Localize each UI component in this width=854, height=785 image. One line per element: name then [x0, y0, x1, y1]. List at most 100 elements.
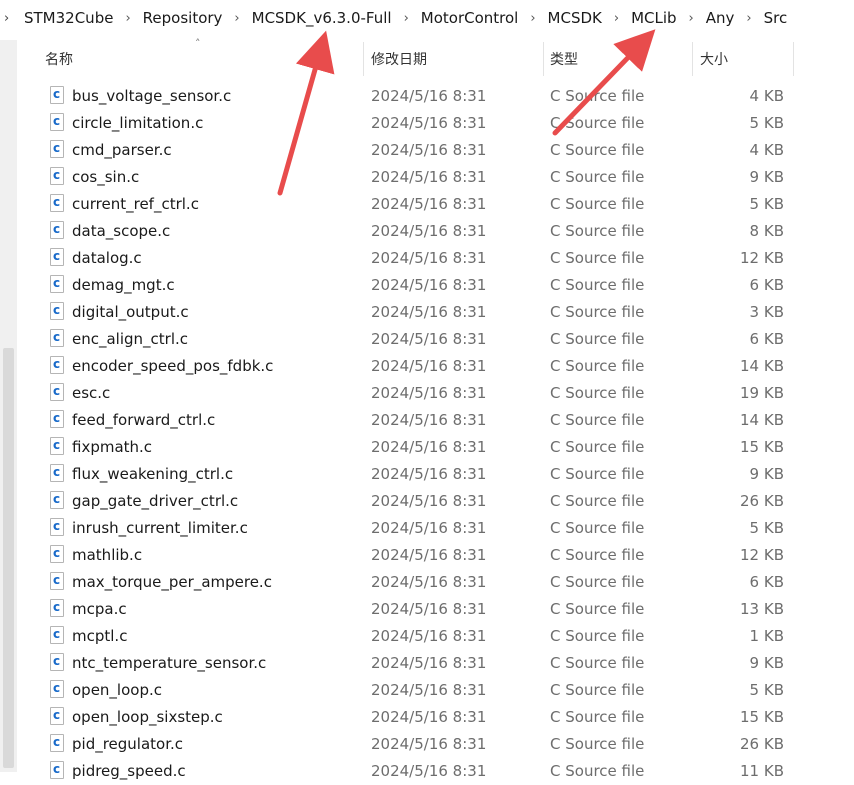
file-name: bus_voltage_sensor.c: [72, 87, 232, 105]
c-source-file-icon: [50, 734, 64, 752]
file-date: 2024/5/16 8:31: [371, 492, 487, 510]
column-header-type[interactable]: 类型: [550, 40, 691, 78]
c-source-file-icon: [50, 653, 64, 671]
file-size: 13 KB: [740, 600, 784, 618]
file-size: 12 KB: [740, 546, 784, 564]
column-divider[interactable]: [363, 42, 364, 76]
chevron-right-icon[interactable]: ›: [524, 11, 541, 26]
c-source-file-icon: [50, 167, 64, 185]
chevron-right-icon[interactable]: ›: [398, 11, 415, 26]
breadcrumb-item[interactable]: Src: [758, 9, 794, 27]
breadcrumb-item[interactable]: MotorControl: [415, 9, 525, 27]
file-date: 2024/5/16 8:31: [371, 627, 487, 645]
chevron-right-icon[interactable]: ›: [740, 11, 757, 26]
c-source-file-icon: [50, 707, 64, 725]
file-row[interactable]: inrush_current_limiter.c 2024/5/16 8:31 C …: [17, 515, 854, 542]
file-type: C Source file: [550, 465, 645, 483]
file-row[interactable]: mathlib.c 2024/5/16 8:31 C Source file 12 K…: [17, 542, 854, 569]
file-date: 2024/5/16 8:31: [371, 168, 487, 186]
file-size: 15 KB: [740, 708, 784, 726]
file-row[interactable]: datalog.c 2024/5/16 8:31 C Source file 12 K…: [17, 245, 854, 272]
file-date: 2024/5/16 8:31: [371, 465, 487, 483]
vertical-scrollbar[interactable]: [0, 40, 17, 772]
chevron-right-icon[interactable]: ›: [119, 11, 136, 26]
c-source-file-icon: [50, 275, 64, 293]
column-header: ˄ 名称 修改日期 类型 大小: [17, 37, 854, 78]
file-name: feed_forward_ctrl.c: [72, 411, 216, 429]
c-source-file-icon: [50, 356, 64, 374]
file-name: circle_limitation.c: [72, 114, 204, 132]
file-date: 2024/5/16 8:31: [371, 600, 487, 618]
breadcrumb-item[interactable]: Any: [700, 9, 741, 27]
file-row[interactable]: circle_limitation.c 2024/5/16 8:31 C Sourc…: [17, 110, 854, 137]
breadcrumb-item[interactable]: STM32Cube: [18, 9, 119, 27]
chevron-right-icon[interactable]: ›: [0, 11, 18, 26]
column-header-date[interactable]: 修改日期: [371, 40, 543, 78]
file-size: 14 KB: [740, 411, 784, 429]
column-divider[interactable]: [793, 42, 794, 76]
file-date: 2024/5/16 8:31: [371, 438, 487, 456]
file-size: 6 KB: [749, 276, 784, 294]
file-date: 2024/5/16 8:31: [371, 87, 487, 105]
breadcrumb-item[interactable]: MCLib: [625, 9, 682, 27]
c-source-file-icon: [50, 383, 64, 401]
breadcrumb-item[interactable]: Repository: [137, 9, 229, 27]
column-divider[interactable]: [692, 42, 693, 76]
file-row[interactable]: encoder_speed_pos_fdbk.c 2024/5/16 8:31 C …: [17, 353, 854, 380]
c-source-file-icon: [50, 194, 64, 212]
chevron-right-icon[interactable]: ›: [683, 11, 700, 26]
file-type: C Source file: [550, 411, 645, 429]
file-row[interactable]: current_ref_ctrl.c 2024/5/16 8:31 C Source…: [17, 191, 854, 218]
file-size: 26 KB: [740, 735, 784, 753]
file-row[interactable]: gap_gate_driver_ctrl.c 2024/5/16 8:31 C So…: [17, 488, 854, 515]
chevron-right-icon[interactable]: ›: [608, 11, 625, 26]
file-type: C Source file: [550, 438, 645, 456]
file-date: 2024/5/16 8:31: [371, 411, 487, 429]
file-name: current_ref_ctrl.c: [72, 195, 199, 213]
file-size: 9 KB: [749, 465, 784, 483]
file-name: encoder_speed_pos_fdbk.c: [72, 357, 274, 375]
file-row[interactable]: mcpa.c 2024/5/16 8:31 C Source file 13 KB: [17, 596, 854, 623]
file-type: C Source file: [550, 168, 645, 186]
column-divider[interactable]: [543, 42, 544, 76]
file-row[interactable]: cos_sin.c 2024/5/16 8:31 C Source file 9 KB: [17, 164, 854, 191]
breadcrumb-item[interactable]: MCSDK_v6.3.0-Full: [246, 9, 398, 27]
file-name: open_loop_sixstep.c: [72, 708, 223, 726]
column-header-size[interactable]: 大小: [700, 40, 793, 78]
scrollbar-thumb[interactable]: [3, 348, 14, 768]
file-type: C Source file: [550, 222, 645, 240]
file-row[interactable]: data_scope.c 2024/5/16 8:31 C Source file 8…: [17, 218, 854, 245]
file-row[interactable]: flux_weakening_ctrl.c 2024/5/16 8:31 C Sou…: [17, 461, 854, 488]
file-date: 2024/5/16 8:31: [371, 141, 487, 159]
file-row[interactable]: demag_mgt.c 2024/5/16 8:31 C Source file 6 …: [17, 272, 854, 299]
file-size: 4 KB: [749, 87, 784, 105]
file-size: 15 KB: [740, 438, 784, 456]
file-row[interactable]: max_torque_per_ampere.c 2024/5/16 8:31 C S…: [17, 569, 854, 596]
file-row[interactable]: enc_align_ctrl.c 2024/5/16 8:31 C Source f…: [17, 326, 854, 353]
c-source-file-icon: [50, 329, 64, 347]
file-row[interactable]: open_loop_sixstep.c 2024/5/16 8:31 C Sourc…: [17, 704, 854, 731]
file-row[interactable]: feed_forward_ctrl.c 2024/5/16 8:31 C Sourc…: [17, 407, 854, 434]
file-row[interactable]: fixpmath.c 2024/5/16 8:31 C Source file 15 …: [17, 434, 854, 461]
file-row[interactable]: pid_regulator.c 2024/5/16 8:31 C Source fi…: [17, 731, 854, 758]
c-source-file-icon: [50, 221, 64, 239]
file-row[interactable]: mcptl.c 2024/5/16 8:31 C Source file 1 KB: [17, 623, 854, 650]
file-name: data_scope.c: [72, 222, 171, 240]
file-row[interactable]: bus_voltage_sensor.c 2024/5/16 8:31 C Sour…: [17, 83, 854, 110]
file-row[interactable]: cmd_parser.c 2024/5/16 8:31 C Source file 4…: [17, 137, 854, 164]
file-date: 2024/5/16 8:31: [371, 357, 487, 375]
chevron-right-icon[interactable]: ›: [228, 11, 245, 26]
file-row[interactable]: open_loop.c 2024/5/16 8:31 C Source file 5 …: [17, 677, 854, 704]
c-source-file-icon: [50, 302, 64, 320]
column-header-name[interactable]: 名称: [45, 40, 363, 78]
breadcrumb-segment: MCLib ›: [625, 9, 700, 27]
breadcrumb-item[interactable]: MCSDK: [542, 9, 608, 27]
file-name: esc.c: [72, 384, 111, 402]
file-type: C Source file: [550, 600, 645, 618]
file-row[interactable]: digital_output.c 2024/5/16 8:31 C Source f…: [17, 299, 854, 326]
file-size: 19 KB: [740, 384, 784, 402]
file-size: 5 KB: [749, 195, 784, 213]
file-row[interactable]: esc.c 2024/5/16 8:31 C Source file 19 KB: [17, 380, 854, 407]
file-row[interactable]: ntc_temperature_sensor.c 2024/5/16 8:31 C …: [17, 650, 854, 677]
file-name: open_loop.c: [72, 681, 162, 699]
